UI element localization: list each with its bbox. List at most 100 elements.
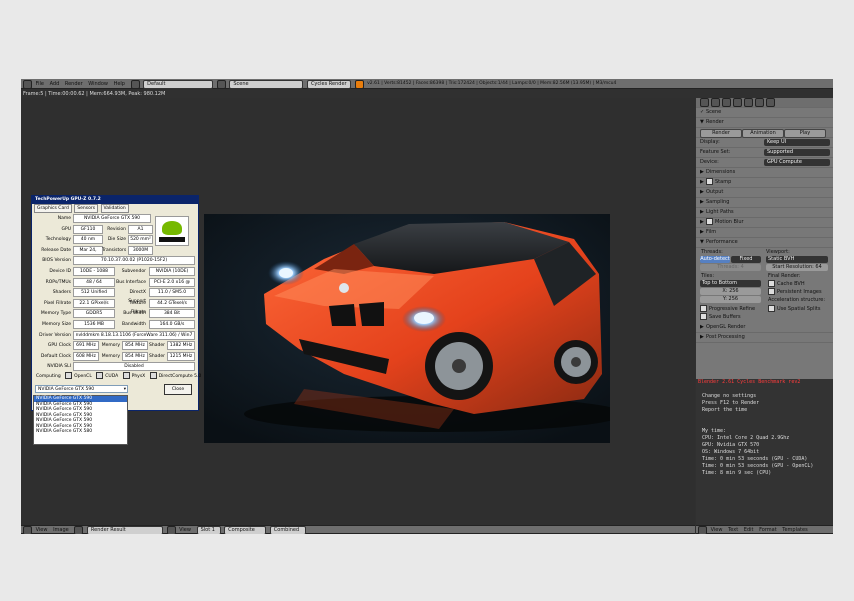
save-buffers-checkbox[interactable] bbox=[700, 313, 707, 320]
gpuz-row: Device ID 10DE - 1088 Subvendor NVIDIA (10D… bbox=[32, 267, 198, 276]
scene-tab-icon[interactable] bbox=[711, 98, 720, 107]
cache-bvh-checkbox[interactable] bbox=[768, 280, 775, 287]
menu-view-2[interactable]: View bbox=[179, 526, 191, 534]
panel-sampling[interactable]: ▶ Sampling bbox=[696, 198, 833, 208]
start-resolution-field[interactable]: Start Resolution: 64 bbox=[766, 264, 828, 271]
render-button[interactable]: Render bbox=[700, 129, 742, 138]
gpuz-title[interactable]: TechPowerUp GPU-Z 0.7.2 bbox=[32, 196, 198, 204]
menu-edit[interactable]: Edit bbox=[744, 526, 754, 534]
directcompute-checkbox[interactable] bbox=[149, 372, 157, 379]
render-result-field[interactable]: Render Result bbox=[86, 526, 163, 534]
field-value: 520 mm² bbox=[128, 235, 153, 245]
menu-file[interactable]: File bbox=[36, 79, 44, 89]
menu-templates[interactable]: Templates bbox=[782, 526, 807, 534]
texture-tab-icon[interactable] bbox=[766, 98, 775, 107]
render-panel-header[interactable]: ▼ Render bbox=[696, 118, 833, 128]
tab-validation[interactable]: Validation bbox=[100, 204, 129, 213]
panel-output[interactable]: ▶ Output bbox=[696, 188, 833, 198]
world-tab-icon[interactable] bbox=[722, 98, 731, 107]
feature-set-label: Feature Set: bbox=[700, 149, 731, 155]
progressive-row: Progressive Refine bbox=[700, 305, 755, 312]
menu-add[interactable]: Add bbox=[50, 79, 60, 89]
final-render-label: Final Render: bbox=[768, 273, 801, 279]
tab-graphics-card[interactable]: Graphics Card bbox=[34, 204, 72, 213]
fixed-button[interactable]: Fixed bbox=[731, 256, 761, 263]
menu-render[interactable]: Render bbox=[65, 79, 83, 89]
panel-opengl-render[interactable]: ▶ OpenGL Render bbox=[696, 323, 833, 333]
field-label: Shaders bbox=[52, 290, 71, 296]
object-tab-icon[interactable] bbox=[733, 98, 742, 107]
save-buffers-row: Save Buffers bbox=[700, 313, 741, 320]
display-label: Display: bbox=[700, 139, 720, 145]
text-editor[interactable]: Blender 2.61 Cycles Benchmark rev2 Change… bbox=[696, 379, 833, 525]
tab-sensors[interactable]: Sensors bbox=[74, 204, 99, 213]
feature-set-select[interactable]: Supported bbox=[764, 149, 830, 156]
gpu-select[interactable]: NVIDIA GeForce GTX 590 ▾ bbox=[35, 385, 128, 393]
tile-order-select[interactable]: Top to Bottom bbox=[700, 280, 761, 287]
text-editor-header: View Text Edit Format Templates bbox=[696, 525, 833, 534]
panel-enable-checkbox[interactable] bbox=[706, 218, 713, 225]
tile-y-field[interactable]: Y: 256 bbox=[700, 296, 761, 303]
menu-view[interactable]: View bbox=[36, 526, 48, 534]
text-editor-icon[interactable] bbox=[698, 526, 707, 534]
panel-post-processing[interactable]: ▶ Post Processing bbox=[696, 333, 833, 343]
opencl-label: OpenCL bbox=[74, 374, 92, 379]
gpu-option[interactable]: NVIDIA GeForce GTX 580 bbox=[34, 429, 127, 435]
field-label: Bandwidth bbox=[122, 322, 146, 327]
slot-select[interactable]: Slot 1 bbox=[196, 526, 221, 534]
render-tab-icon[interactable] bbox=[700, 98, 709, 107]
material-tab-icon[interactable] bbox=[755, 98, 764, 107]
tile-x-field[interactable]: X: 256 bbox=[700, 288, 761, 295]
display-row: Display: Keep UI bbox=[696, 138, 833, 148]
render-engine-select[interactable]: Cycles Render bbox=[306, 79, 351, 89]
gpuz-window: TechPowerUp GPU-Z 0.7.2 Graphics Card Se… bbox=[31, 195, 201, 411]
panel-enable-checkbox[interactable] bbox=[706, 178, 713, 185]
image-viewport[interactable]: Frame:5 | Time:00:00.62 | Mem:664.93M, P… bbox=[21, 91, 695, 525]
persistent-images-checkbox[interactable] bbox=[768, 288, 775, 295]
threads-field[interactable]: Threads: 4 bbox=[700, 264, 761, 271]
gpuz-row: Pixel Fillrate 22.1 GPixel/s Texture Fillr… bbox=[32, 298, 198, 315]
scene-field[interactable]: Scene bbox=[229, 79, 304, 89]
field-value: 384 Bit bbox=[149, 309, 195, 319]
cuda-checkbox[interactable] bbox=[96, 372, 104, 379]
composite-select[interactable]: Composite bbox=[224, 526, 267, 534]
menu-window[interactable]: Window bbox=[88, 79, 108, 89]
field-label: Driver Version bbox=[39, 332, 71, 338]
close-button[interactable]: Close bbox=[164, 384, 192, 395]
panel-film[interactable]: ▶ Film bbox=[696, 228, 833, 238]
animation-button[interactable]: Animation bbox=[742, 129, 784, 138]
bvh-select[interactable]: Static BVH bbox=[766, 256, 828, 263]
spatial-splits-checkbox[interactable] bbox=[768, 305, 775, 312]
auto-detect-button[interactable]: Auto-detect bbox=[700, 256, 730, 263]
modifier-tab-icon[interactable] bbox=[744, 98, 753, 107]
gpuz-row: GPU Clock 691 MHz Memory 854 MHz Shader 1382 … bbox=[32, 341, 198, 351]
opencl-checkbox[interactable] bbox=[65, 372, 73, 379]
panel-motion-blur[interactable]: ▶ Motion Blur bbox=[696, 218, 833, 228]
menu-text[interactable]: Text bbox=[728, 526, 738, 534]
console-line: My time: bbox=[702, 428, 727, 434]
physx-checkbox[interactable] bbox=[122, 372, 130, 379]
computing-row: Computing OpenCL CUDA PhysX DirectComput… bbox=[36, 372, 201, 379]
screen-layout-field[interactable]: Default bbox=[143, 79, 214, 89]
play-button[interactable]: Play bbox=[784, 129, 826, 138]
panel-label: Film bbox=[706, 229, 717, 235]
render-result-image bbox=[204, 214, 610, 443]
image-editor-icon[interactable] bbox=[23, 526, 32, 534]
panel-stamp[interactable]: ▶ Stamp bbox=[696, 178, 833, 188]
console-line: Time: 0 min 53 seconds (GPU - OpenCL) bbox=[702, 463, 814, 469]
panel-light-paths[interactable]: ▶ Light Paths bbox=[696, 208, 833, 218]
panel-dimensions[interactable]: ▶ Dimensions bbox=[696, 168, 833, 178]
menu-text-view[interactable]: View bbox=[711, 526, 723, 534]
device-select[interactable]: GPU Compute bbox=[764, 159, 830, 166]
progressive-refine-checkbox[interactable] bbox=[700, 305, 707, 312]
menu-image[interactable]: Image bbox=[53, 526, 69, 534]
display-select[interactable]: Keep UI bbox=[764, 139, 830, 146]
pass-select[interactable]: Combined bbox=[269, 526, 306, 534]
field-label: Subvendor bbox=[121, 269, 146, 274]
bottom-header: View Image Render Result View Slot 1 Com… bbox=[21, 525, 695, 534]
menu-help[interactable]: Help bbox=[114, 79, 125, 89]
panel-performance[interactable]: ▼ Performance bbox=[696, 238, 833, 248]
editor-type-icon[interactable] bbox=[23, 79, 32, 89]
menu-format[interactable]: Format bbox=[759, 526, 777, 534]
field-label: Release Date bbox=[41, 247, 71, 253]
